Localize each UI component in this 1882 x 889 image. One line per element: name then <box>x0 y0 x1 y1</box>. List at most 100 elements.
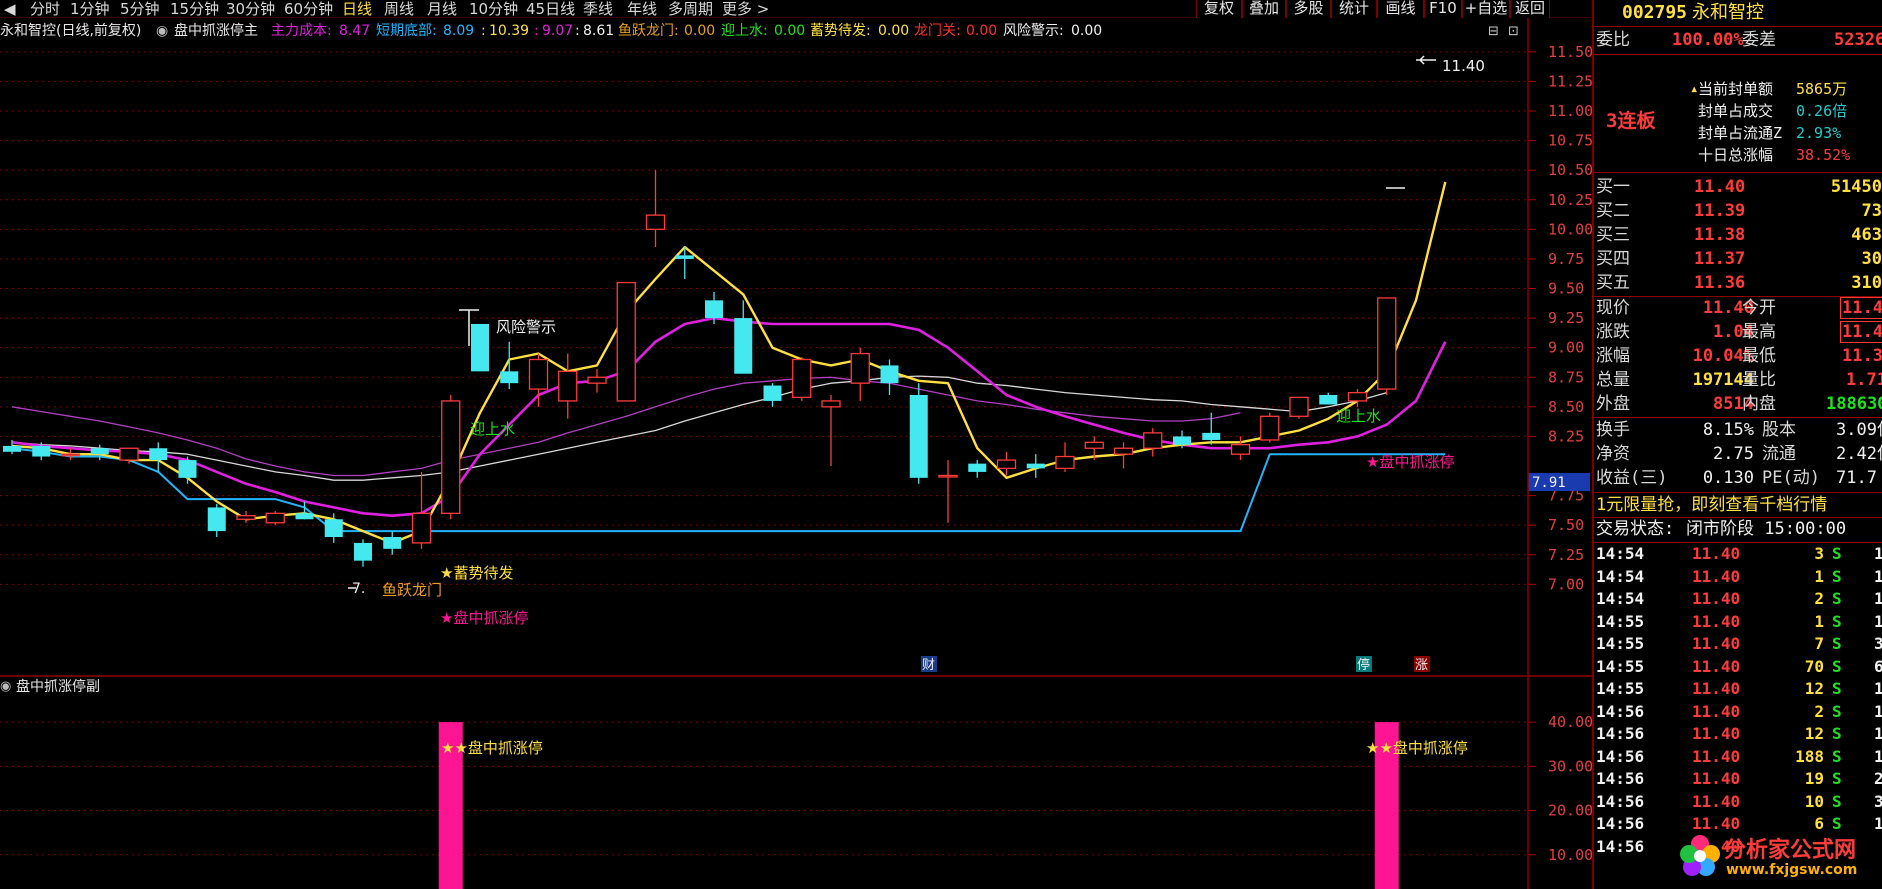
candle-down <box>324 519 343 537</box>
candle-down <box>1173 436 1191 445</box>
ind-value-longmen: 0.00 <box>966 23 998 39</box>
tick-volume: 10 <box>1804 791 1824 811</box>
ying-shang-shui-label: 迎上水 <box>470 420 515 438</box>
ind-value-zhuli: 8.47 <box>339 23 371 39</box>
tab-weekly[interactable]: 周线 <box>384 0 414 18</box>
tick-time: 14:54 <box>1596 566 1645 586</box>
tab-quarterly[interactable]: 季线 <box>583 0 613 18</box>
back-button[interactable]: 返回 <box>1510 0 1550 18</box>
price-tick-label: 9.50 <box>1548 280 1584 298</box>
bid-row-2[interactable]: 买二 11.39 73 <box>1594 199 1882 223</box>
candle-down <box>207 507 226 532</box>
tick-count: 1 <box>1874 544 1882 563</box>
tick-count: 2 <box>1874 769 1882 788</box>
bid-label: 买四 <box>1596 249 1630 269</box>
tab-45day[interactable]: 45日线 <box>526 0 575 18</box>
tab-60min[interactable]: 60分钟 <box>284 0 333 18</box>
tick-price: 11.40 <box>1692 746 1741 766</box>
tab-yearly[interactable]: 年线 <box>627 0 657 18</box>
candle-up <box>528 358 549 390</box>
bid-row-5[interactable]: 买五 11.36 310 <box>1594 271 1882 295</box>
fuquan-button[interactable]: 复权 <box>1196 0 1242 18</box>
tick-price: 11.40 <box>1692 656 1741 676</box>
price-tick-label: 7.50 <box>1548 516 1584 534</box>
tick-volume: 12 <box>1804 679 1824 698</box>
indicator-name[interactable]: 盘中抓涨停主 <box>174 21 258 41</box>
price-tick-label: 10.25 <box>1548 191 1592 209</box>
tab-30min[interactable]: 30分钟 <box>226 0 275 18</box>
bid-price: 11.38 <box>1694 225 1746 245</box>
chart-close-icon[interactable]: ⊡ <box>1508 22 1519 42</box>
f10-button[interactable]: F10 <box>1424 0 1462 18</box>
tick-count: 1 <box>1874 566 1882 586</box>
menu-left-arrow-icon[interactable]: ◀ <box>4 0 16 18</box>
sub-indicator-name[interactable]: 盘中抓涨停副 <box>16 677 100 697</box>
ind-value-duanqi: 8.09 <box>443 23 475 39</box>
candle-down <box>295 513 314 520</box>
chart-expand-icon[interactable]: ⊟ <box>1488 22 1499 42</box>
bid-volume: 73 <box>1861 201 1882 221</box>
draw-line-button[interactable]: 画线 <box>1377 0 1424 18</box>
tick-volume: 7 <box>1814 634 1824 653</box>
bid-price: 11.40 <box>1694 177 1746 197</box>
tick-side: S <box>1832 769 1842 788</box>
candle-up <box>1055 455 1075 470</box>
candle-down <box>705 300 723 319</box>
price-tick-label: 10.50 <box>1548 161 1592 179</box>
multi-stock-button[interactable]: 多股 <box>1286 0 1331 18</box>
ind-label-ma1: : <box>481 23 486 39</box>
watermark-title: 分析家公式网 <box>1724 838 1857 863</box>
promo-text[interactable]: 1元限量抢，即刻查看千档行情 <box>1596 493 1827 517</box>
weibi-label: 委比 <box>1596 30 1630 50</box>
quote-value: 11.40 <box>1840 297 1882 319</box>
tab-more[interactable]: 更多 > <box>722 0 769 18</box>
tick-row: 14:56 11.40 188 S 1 <box>1594 746 1882 769</box>
overlay-button[interactable]: 叠加 <box>1242 0 1286 18</box>
promo-banner[interactable]: 1元限量抢，即刻查看千档行情 <box>1594 493 1882 517</box>
tick-price: 11.40 <box>1692 544 1741 563</box>
price-tick-label: 10.75 <box>1548 132 1592 150</box>
kline-chart[interactable]: 11.50 11.25 11.00 10.75 10.50 10.25 10.00 9.75 9… <box>0 0 1592 889</box>
add-watchlist-button[interactable]: +自选 <box>1462 0 1510 18</box>
tab-1min[interactable]: 1分钟 <box>70 0 110 18</box>
tab-5min[interactable]: 5分钟 <box>120 0 160 18</box>
bid-row-4[interactable]: 买四 11.37 30 <box>1594 247 1882 271</box>
quote-label: 量比 <box>1742 370 1776 390</box>
statistics-button[interactable]: 统计 <box>1331 0 1377 18</box>
tick-side: S <box>1832 611 1842 631</box>
sub-signal-left: ★★盘中抓涨停 <box>441 739 543 757</box>
tick-count: 6 <box>1874 656 1882 676</box>
price-tick-label: 9.25 <box>1548 309 1584 327</box>
candle-up <box>1260 415 1280 441</box>
tab-monthly[interactable]: 月线 <box>427 0 457 18</box>
tab-10min[interactable]: 10分钟 <box>469 0 518 18</box>
quote-value: 11.33 <box>1842 346 1882 366</box>
bid-row-3[interactable]: 买三 11.38 463 <box>1594 223 1882 247</box>
tick-row: 14:56 11.40 2 S 1 <box>1594 701 1882 724</box>
fund-value: 3.09亿 <box>1836 420 1882 440</box>
candle-up <box>1230 444 1251 455</box>
yu-yue-long-men-label: 鱼跃龙门 <box>382 581 442 599</box>
candle-down <box>909 395 928 478</box>
tab-15min[interactable]: 15分钟 <box>170 0 219 18</box>
candle-up <box>587 376 607 384</box>
bid-price: 11.36 <box>1694 273 1746 293</box>
quote-row-price: 现价 11.40 今开 11.40 <box>1594 296 1882 320</box>
tick-time: 14:56 <box>1596 769 1645 788</box>
tab-multi-period[interactable]: 多周期 <box>668 0 713 18</box>
quote-value: 11.40 <box>1840 321 1882 343</box>
candle-up <box>1084 441 1104 449</box>
ind-value-yingshang: 0.00 <box>774 23 806 39</box>
tab-daily[interactable]: 日线 <box>342 0 372 18</box>
tick-side: S <box>1832 566 1842 586</box>
bid-row-1[interactable]: 买一 11.40 51450 <box>1594 175 1882 199</box>
tab-fenshi[interactable]: 分时 <box>30 0 60 18</box>
tick-time: 14:55 <box>1596 679 1645 698</box>
seal-value-1: 0.26倍 <box>1796 102 1848 120</box>
ind-label-longmen: 龙门关: <box>914 23 961 39</box>
sub-indicator-settings-icon[interactable]: ◉ <box>0 677 11 697</box>
tick-row: 14:56 11.40 19 S 2 <box>1594 768 1882 791</box>
candle-down <box>471 324 489 372</box>
fund-label: 股本 <box>1762 420 1796 440</box>
indicator-settings-icon[interactable]: ◉ <box>156 21 168 41</box>
